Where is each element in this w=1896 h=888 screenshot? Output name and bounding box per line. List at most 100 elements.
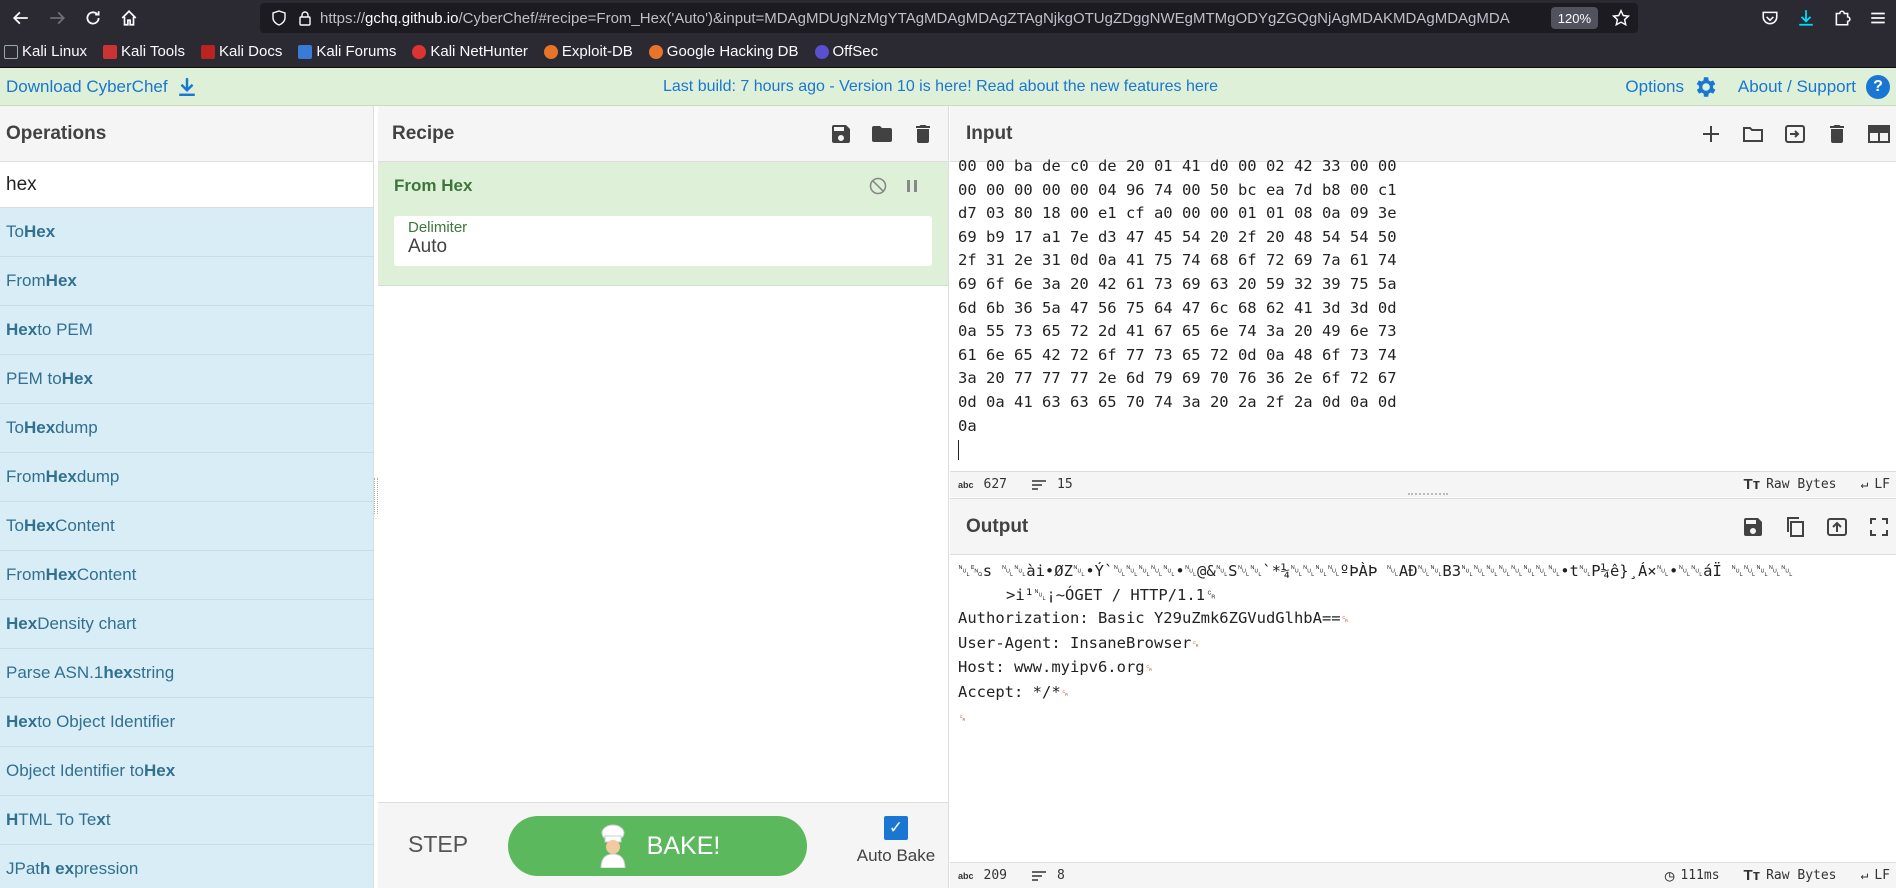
cr-marker: ␍ [1340, 613, 1350, 627]
bookmark-offsec[interactable]: OffSec [814, 43, 878, 60]
about-support-button[interactable]: About / Support ? [1738, 74, 1890, 99]
forward-icon[interactable] [42, 3, 72, 33]
cr-marker: ␍ [958, 711, 967, 725]
op-from-hex-content[interactable]: From Hex Content [0, 551, 373, 600]
output-line: Host: www.myipv6.org [958, 658, 1145, 677]
disable-op-icon[interactable] [868, 176, 888, 196]
cyberchef-banner: Download CyberChef Last build: 7 hours a… [0, 68, 1896, 106]
open-file-icon[interactable] [1782, 121, 1808, 147]
op-from-hexdump[interactable]: From Hex dump [0, 453, 373, 502]
cr-marker: ␍ [1060, 686, 1070, 700]
output-line: Authorization: Basic Y29uZmk6ZGVudGlhbA=… [958, 609, 1341, 628]
reload-icon[interactable] [78, 3, 108, 33]
bookmark-kali-docs[interactable]: Kali Docs [200, 43, 282, 60]
row-resize-handle[interactable] [1408, 493, 1448, 495]
input-eol[interactable]: LF [1874, 477, 1890, 492]
url-bar[interactable]: https://gchq.github.io/CyberChef/#recipe… [260, 3, 1638, 33]
char-count-icon: abc [958, 479, 974, 490]
op-to-hex-content[interactable]: To Hex Content [0, 502, 373, 551]
text-caret [958, 439, 959, 460]
downloads-icon[interactable] [1788, 0, 1824, 36]
copy-output-icon[interactable] [1782, 514, 1808, 540]
op-jpath-expression[interactable]: JPat h ex pression [0, 845, 373, 888]
auto-bake-toggle[interactable]: ✓ Auto Bake [836, 816, 956, 866]
bookmark-kali-tools[interactable]: Kali Tools [103, 43, 185, 60]
maximise-output-icon[interactable] [1866, 514, 1892, 540]
op-hex-to-object-identifier[interactable]: Hex to Object Identifier [0, 698, 373, 747]
menu-icon[interactable] [1860, 0, 1896, 36]
input-char-count: 627 [983, 477, 1007, 492]
build-notice-link[interactable]: Last build: 7 hours ago - Version 10 is … [663, 78, 1218, 96]
op-parse-asn1-hex-string[interactable]: Parse ASN.1 hex string [0, 649, 373, 698]
output-title: Output [966, 515, 1029, 537]
output-eol[interactable]: LF [1874, 868, 1890, 883]
op-hex-to-pem[interactable]: Hex to PEM [0, 306, 373, 355]
save-recipe-icon[interactable] [828, 121, 854, 147]
bookmark-kali-forums[interactable]: Kali Forums [298, 43, 396, 60]
bake-button[interactable]: BAKE! [508, 816, 807, 876]
extensions-icon[interactable] [1824, 0, 1860, 36]
input-line: 2f 31 2e 31 0d 0a 41 75 74 68 6f 72 69 7… [958, 251, 1397, 270]
reset-layout-icon[interactable] [1866, 121, 1892, 147]
output-line-count: 8 [1057, 868, 1065, 883]
output-line: User-Agent: InsaneBrowser [958, 633, 1192, 652]
download-icon [178, 77, 195, 96]
shield-icon[interactable] [268, 7, 290, 29]
load-recipe-folder-icon[interactable] [869, 121, 895, 147]
delimiter-select[interactable]: Delimiter Auto [394, 216, 932, 266]
replace-input-icon[interactable] [1824, 514, 1850, 540]
op-to-hex[interactable]: To Hex [0, 208, 373, 257]
input-encoding[interactable]: Raw Bytes [1766, 477, 1836, 492]
home-icon[interactable] [114, 3, 144, 33]
kali-forums-icon [298, 44, 313, 59]
operations-title: Operations [0, 106, 373, 162]
delimiter-value: Auto [408, 236, 448, 257]
op-object-identifier-to-hex[interactable]: Object Identifier to Hex [0, 747, 373, 796]
op-from-hex[interactable]: From Hex [0, 257, 373, 306]
input-panel: Input 00 00 ba de c0 de 20 01 41 d0 00 0… [950, 106, 1896, 497]
clear-recipe-trash-icon[interactable] [910, 121, 936, 147]
op-hex-density-chart[interactable]: Hex Density chart [0, 600, 373, 649]
bookmark-kali-linux[interactable]: Kali Linux [4, 43, 87, 60]
output-line: Accept: */* [958, 682, 1061, 701]
options-button[interactable]: Options [1625, 74, 1718, 100]
back-icon[interactable] [6, 3, 36, 33]
auto-bake-checkbox[interactable]: ✓ [884, 816, 908, 840]
zoom-level[interactable]: 120% [1550, 7, 1598, 29]
bake-time: 111ms [1680, 868, 1720, 883]
bookmark-exploit-db[interactable]: Exploit-DB [543, 43, 633, 60]
output-textarea[interactable]: ␀␅s ␀␀ài•ØZ␀•Ý`␀␀␀␀␀•␀@&␀S␀␀`*¼␀␀␀␀ºÞÀÞ … [950, 555, 1896, 855]
input-textarea[interactable]: 00 00 ba de c0 de 20 01 41 d0 00 02 42 3… [950, 155, 1896, 461]
input-line: 00 00 ba de c0 de 20 01 41 d0 00 02 42 3… [958, 157, 1397, 175]
input-line: 0a 55 73 65 72 2d 41 67 65 6e 74 3a 20 4… [958, 322, 1397, 341]
step-button[interactable]: STEP [408, 831, 468, 858]
bookmark-kali-nethunter[interactable]: Kali NetHunter [412, 43, 528, 60]
output-encoding[interactable]: Raw Bytes [1766, 868, 1836, 883]
op-html-to-text[interactable]: H TML To Te x t [0, 796, 373, 845]
line-count-icon [1032, 870, 1046, 881]
char-count-icon: abc [958, 870, 974, 881]
download-cyberchef-link[interactable]: Download CyberChef [6, 77, 196, 97]
lock-icon[interactable] [294, 7, 316, 29]
recipe-operation-from-hex[interactable]: From Hex Delimiter Auto [378, 162, 948, 286]
operations-search-input[interactable]: hex [0, 162, 373, 208]
add-tab-plus-icon[interactable] [1698, 121, 1724, 147]
pause-breakpoint-icon[interactable] [902, 176, 922, 196]
open-folder-icon[interactable] [1740, 121, 1766, 147]
browser-toolbar: https://gchq.github.io/CyberChef/#recipe… [0, 0, 1896, 36]
op-pem-to-hex[interactable]: PEM to Hex [0, 355, 373, 404]
cr-marker: ␍ [1144, 662, 1154, 676]
bookmark-google-hacking-db[interactable]: Google Hacking DB [648, 43, 799, 60]
save-output-icon[interactable] [1740, 514, 1766, 540]
pocket-icon[interactable] [1752, 0, 1788, 36]
input-line-count: 15 [1057, 477, 1073, 492]
input-line: d7 03 80 18 00 e1 cf a0 00 00 01 01 08 0… [958, 204, 1397, 223]
text-encoding-icon: Tт [1743, 476, 1761, 493]
bookmark-star-icon[interactable] [1610, 7, 1632, 29]
input-line: 3a 20 77 77 77 2e 6d 79 69 70 76 36 2e 6… [958, 369, 1397, 388]
nethunter-icon [412, 44, 427, 59]
recipe-title: Recipe [392, 122, 455, 144]
op-to-hexdump[interactable]: To Hex dump [0, 404, 373, 453]
clear-input-trash-icon[interactable] [1824, 121, 1850, 147]
cr-marker: ␍ [1191, 637, 1201, 651]
